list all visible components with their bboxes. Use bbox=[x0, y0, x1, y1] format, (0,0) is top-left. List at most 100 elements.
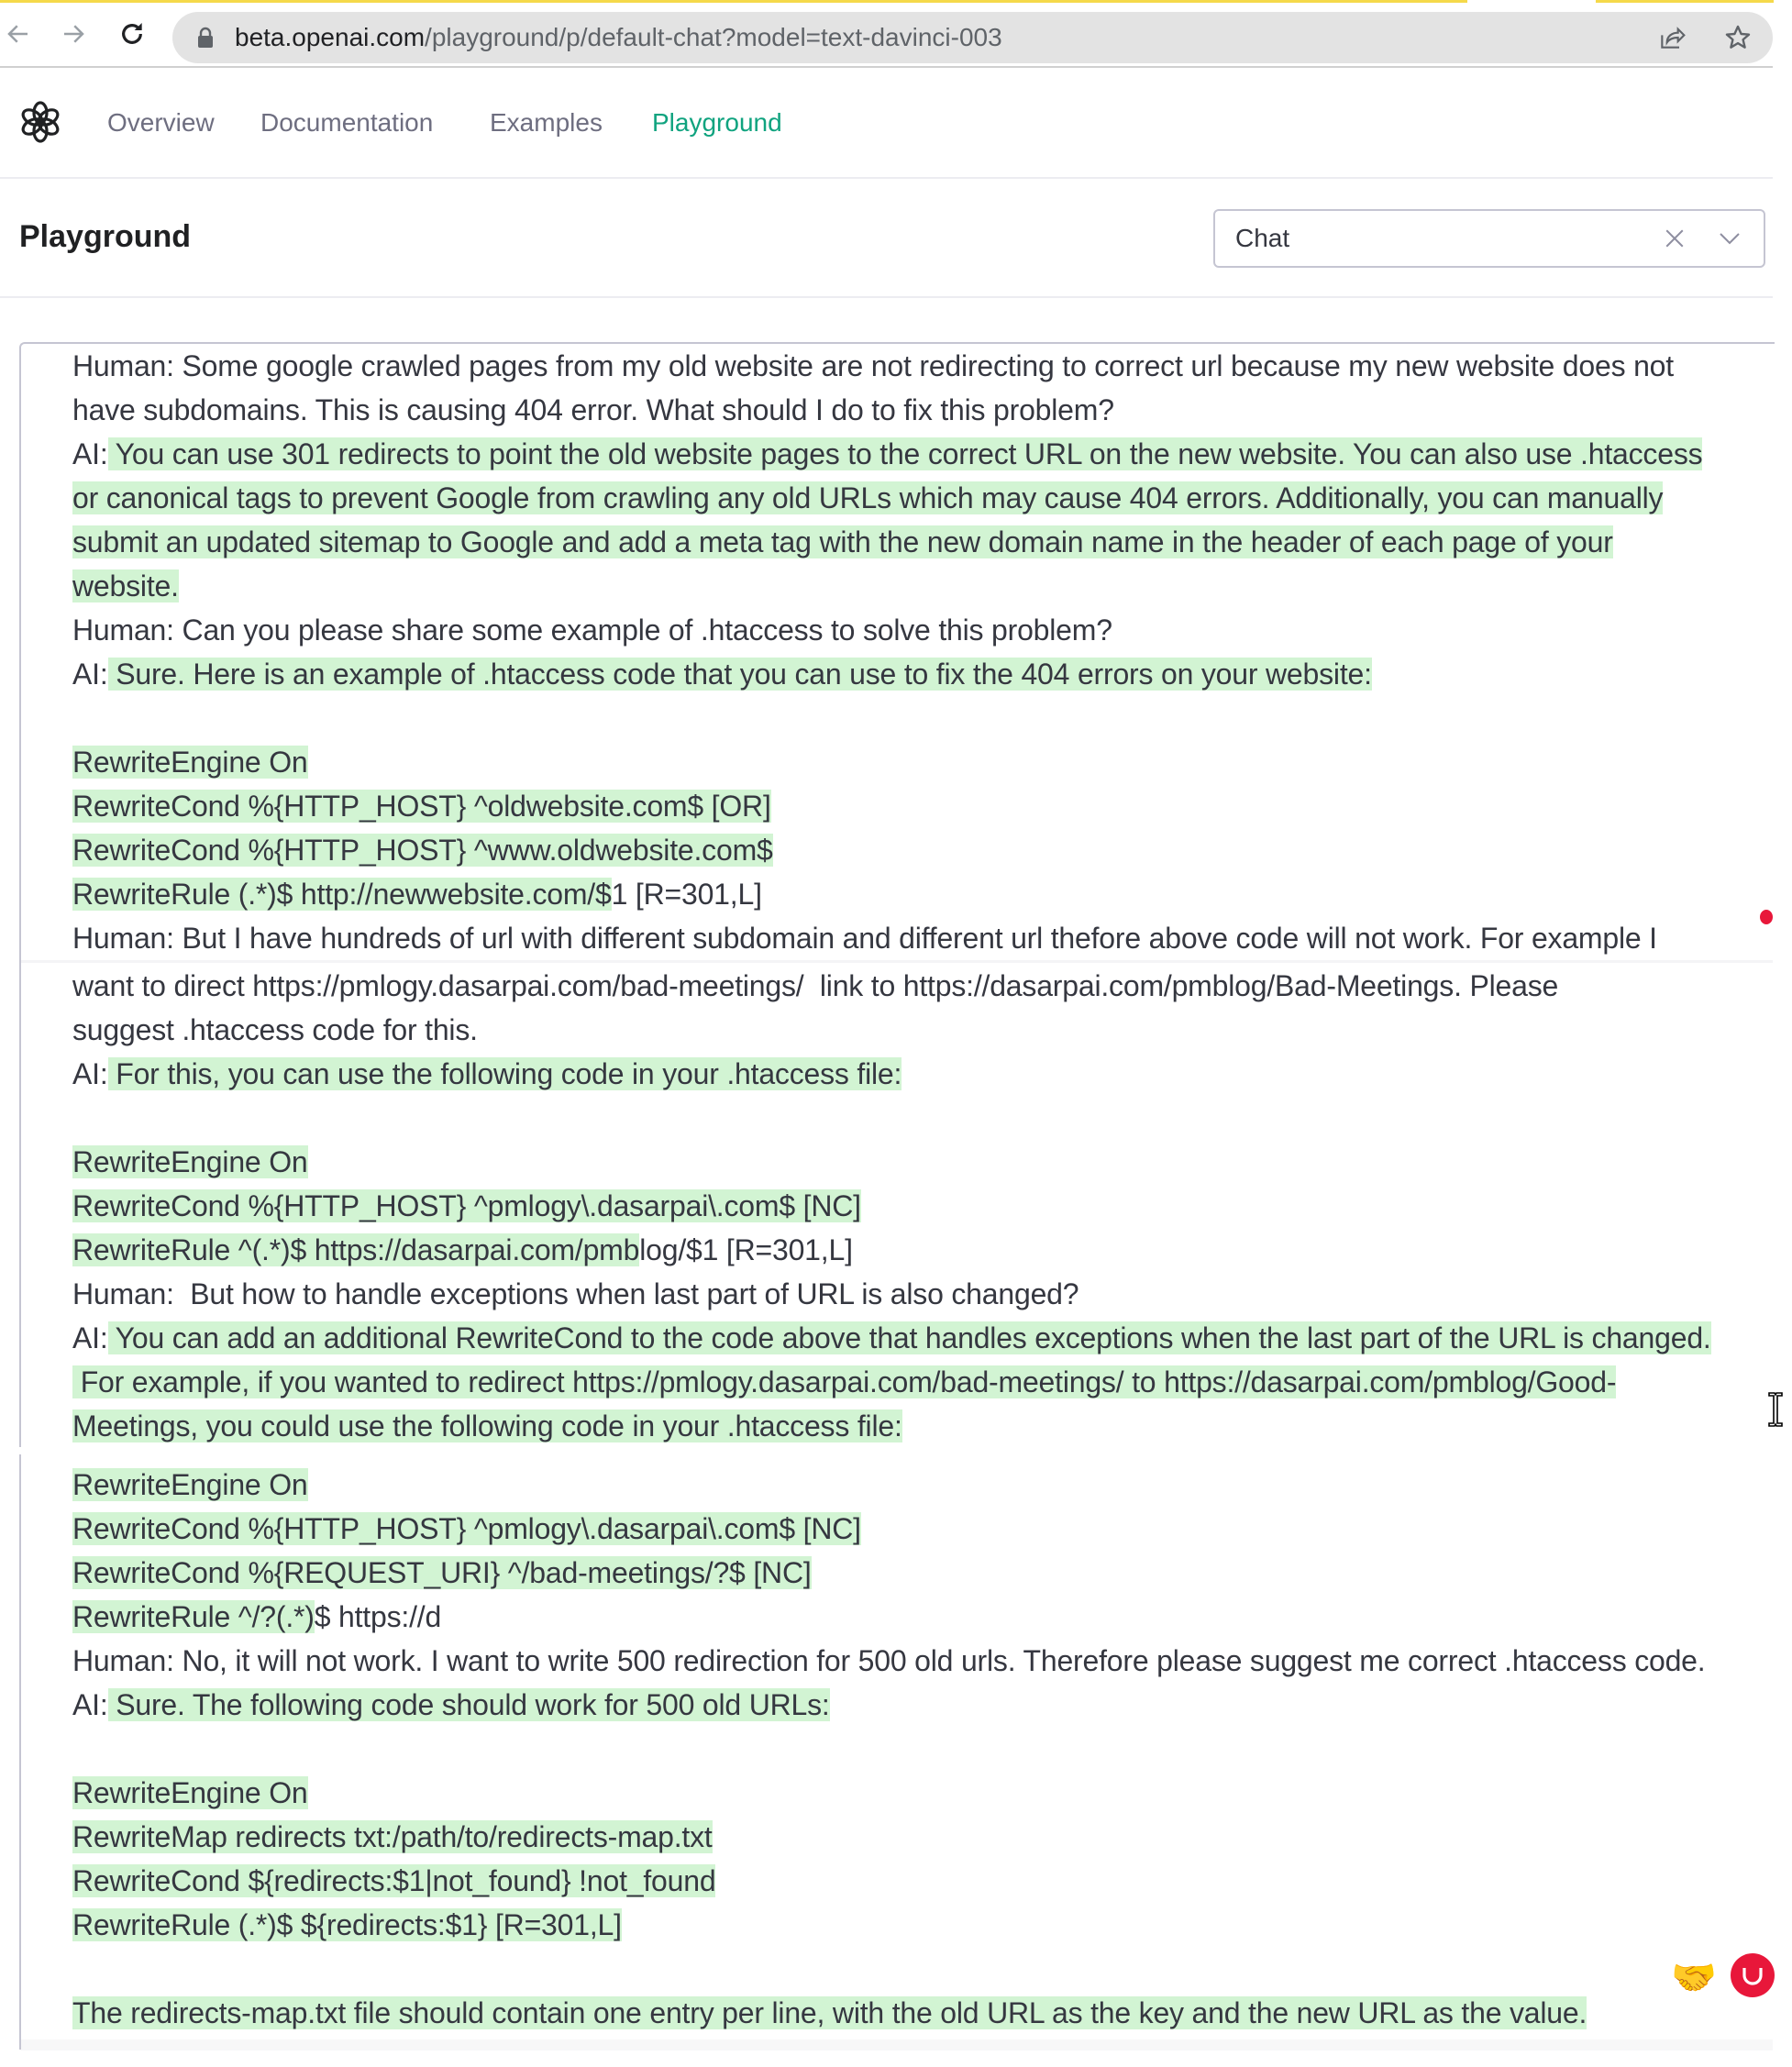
recording-dot-icon bbox=[1760, 910, 1773, 924]
forward-button[interactable] bbox=[55, 16, 92, 52]
nav-link-playground[interactable]: Playground bbox=[652, 105, 782, 141]
prompt-line: RewriteCond ${redirects:$1|not_found} !n… bbox=[72, 1859, 716, 1903]
page-title: Playground bbox=[19, 219, 192, 254]
completion-text: Sure. The following code should work for… bbox=[107, 1688, 830, 1721]
header-divider bbox=[0, 296, 1773, 298]
prompt-line: RewriteRule ^(.*)$ https://dasarpai.com/… bbox=[72, 1228, 853, 1272]
mode-select-value: Chat bbox=[1235, 224, 1290, 252]
prompt-line: AI: You can add an additional RewriteCon… bbox=[72, 1316, 1711, 1360]
prompt-line: AI: For this, you can use the following … bbox=[72, 1052, 902, 1096]
prompt-line: RewriteMap redirects txt:/path/to/redire… bbox=[72, 1815, 713, 1859]
prompt-line: Human: But I have hundreds of url with d… bbox=[72, 916, 1657, 960]
completion-text: RewriteRule (.*)$ ${redirects:$1} [R=301… bbox=[72, 1908, 622, 1941]
url-text[interactable]: beta.openai.com/playground/p/default-cha… bbox=[235, 12, 1002, 63]
site-nav: Overview Documentation Examples Playgrou… bbox=[0, 68, 1773, 176]
prompt-text-segment: Human: But how to handle exceptions when… bbox=[72, 1277, 1079, 1310]
nav-link-documentation[interactable]: Documentation bbox=[260, 105, 433, 141]
prompt-line: RewriteCond %{HTTP_HOST} ^oldwebsite.com… bbox=[72, 784, 771, 828]
prompt-text-segment: 1 [R=301,L] bbox=[611, 878, 762, 911]
prompt-text-segment: Human: Can you please share some example… bbox=[72, 613, 1112, 647]
avatar-icon[interactable] bbox=[1731, 1953, 1775, 1997]
prompt-line: Human: No, it will not work. I want to w… bbox=[72, 1639, 1706, 1683]
back-icon bbox=[7, 25, 28, 43]
prompt-line: website. bbox=[72, 564, 179, 608]
prompt-line: AI: Sure. Here is an example of .htacces… bbox=[72, 652, 1372, 696]
prompt-text-segment: AI: bbox=[72, 1057, 108, 1090]
editor-border-gap bbox=[18, 1447, 24, 1454]
prompt-text-segment: Human: No, it will not work. I want to w… bbox=[72, 1644, 1706, 1677]
prompt-text-segment: AI: bbox=[72, 1688, 108, 1721]
completion-text: RewriteRule ^(.*)$ https://dasarpai.com/… bbox=[72, 1233, 640, 1266]
prompt-text-segment: Human: But I have hundreds of url with d… bbox=[72, 922, 1657, 955]
completion-text: RewriteEngine On bbox=[72, 1776, 308, 1809]
completion-text: For this, you can use the following code… bbox=[107, 1057, 902, 1090]
back-button[interactable] bbox=[0, 16, 37, 52]
prompt-line: For example, if you wanted to redirect h… bbox=[72, 1360, 1617, 1404]
prompt-text-segment: Human: Some google crawled pages from my… bbox=[72, 349, 1674, 382]
prompt-line: or canonical tags to prevent Google from… bbox=[72, 476, 1664, 520]
prompt-line: AI: Sure. The following code should work… bbox=[72, 1683, 830, 1727]
mode-select[interactable]: Chat bbox=[1213, 209, 1765, 268]
completion-text: or canonical tags to prevent Google from… bbox=[72, 481, 1664, 514]
prompt-text-segment: suggest .htaccess code for this. bbox=[72, 1013, 478, 1046]
prompt-line: have subdomains. This is causing 404 err… bbox=[72, 388, 1114, 432]
forward-icon bbox=[64, 25, 84, 43]
nav-link-overview[interactable]: Overview bbox=[107, 105, 215, 141]
nav-link-examples[interactable]: Examples bbox=[490, 105, 603, 141]
completion-text: RewriteCond %{HTTP_HOST} ^www.oldwebsite… bbox=[72, 834, 773, 867]
completion-text: RewriteRule ^/?(.*) bbox=[72, 1600, 315, 1633]
completion-text: RewriteEngine On bbox=[72, 1468, 308, 1501]
prompt-line: The redirects-map.txt file should contai… bbox=[72, 1991, 1587, 2035]
prompt-line: submit an updated sitemap to Google and … bbox=[72, 520, 1613, 564]
prompt-text-segment: $ https://d bbox=[314, 1600, 442, 1633]
prompt-line: AI: You can use 301 redirects to point t… bbox=[72, 432, 1703, 476]
prompt-text-segment: AI: bbox=[72, 1321, 108, 1354]
completion-text: You can use 301 redirects to point the o… bbox=[107, 437, 1703, 470]
text-cursor-icon bbox=[1768, 1392, 1783, 1427]
reload-icon bbox=[122, 23, 142, 44]
browser-toolbar: beta.openai.com/playground/p/default-cha… bbox=[0, 3, 1773, 65]
prompt-line: Human: Some google crawled pages from my… bbox=[72, 344, 1674, 388]
prompt-line: RewriteEngine On bbox=[72, 740, 308, 784]
completion-text: website. bbox=[72, 569, 179, 602]
prompt-line: RewriteEngine On bbox=[72, 1463, 308, 1507]
clear-icon[interactable] bbox=[1661, 225, 1688, 252]
prompt-line: RewriteRule ^/?(.*)$ https://d bbox=[72, 1595, 441, 1639]
prompt-line: RewriteCond %{HTTP_HOST} ^www.oldwebsite… bbox=[72, 828, 773, 872]
completion-text: The redirects-map.txt file should contai… bbox=[72, 1996, 1587, 2029]
prompt-text-segment: log/$1 [R=301,L] bbox=[639, 1233, 853, 1266]
completion-text: RewriteMap redirects txt:/path/to/redire… bbox=[72, 1820, 713, 1853]
share-icon[interactable] bbox=[1657, 23, 1687, 52]
completion-text: For example, if you wanted to redirect h… bbox=[72, 1365, 1617, 1398]
reload-button[interactable] bbox=[114, 16, 150, 52]
screenshot-seam bbox=[21, 960, 1773, 963]
star-icon[interactable] bbox=[1723, 23, 1753, 52]
completion-text: RewriteEngine On bbox=[72, 1145, 308, 1178]
prompt-line: RewriteCond %{HTTP_HOST} ^pmlogy\.dasarp… bbox=[72, 1507, 861, 1551]
prompt-line: want to direct https://pmlogy.dasarpai.c… bbox=[72, 964, 1558, 1008]
prompt-line: RewriteCond %{HTTP_HOST} ^pmlogy\.dasarp… bbox=[72, 1184, 861, 1228]
completion-text: RewriteCond %{REQUEST_URI} ^/bad-meeting… bbox=[72, 1556, 812, 1589]
completion-text: submit an updated sitemap to Google and … bbox=[72, 525, 1613, 558]
prompt-line: RewriteCond %{REQUEST_URI} ^/bad-meeting… bbox=[72, 1551, 812, 1595]
prompt-line: RewriteRule (.*)$ ${redirects:$1} [R=301… bbox=[72, 1903, 622, 1947]
completion-text: RewriteCond %{HTTP_HOST} ^pmlogy\.dasarp… bbox=[72, 1189, 861, 1222]
completion-text: RewriteCond %{HTTP_HOST} ^pmlogy\.dasarp… bbox=[72, 1512, 861, 1545]
address-bar[interactable]: beta.openai.com/playground/p/default-cha… bbox=[172, 12, 1773, 63]
prompt-line: RewriteEngine On bbox=[72, 1771, 308, 1815]
openai-logo[interactable] bbox=[18, 100, 62, 144]
completion-text: RewriteCond ${redirects:$1|not_found} !n… bbox=[72, 1864, 716, 1897]
completion-text: RewriteCond %{HTTP_HOST} ^oldwebsite.com… bbox=[72, 790, 771, 823]
prompt-line: RewriteEngine On bbox=[72, 1140, 308, 1184]
prompt-text-segment: have subdomains. This is causing 404 err… bbox=[72, 393, 1114, 426]
handshake-icon[interactable]: 🤝 bbox=[1671, 1956, 1717, 2000]
prompt-line: suggest .htaccess code for this. bbox=[72, 1008, 478, 1052]
chevron-down-icon[interactable] bbox=[1716, 225, 1743, 252]
prompt-text-segment: AI: bbox=[72, 658, 108, 691]
url-path: /playground/p/default-chat?model=text-da… bbox=[425, 23, 1002, 51]
lock-icon bbox=[198, 27, 213, 48]
prompt-text-segment: want to direct https://pmlogy.dasarpai.c… bbox=[72, 969, 1559, 1002]
url-host: beta.openai.com bbox=[235, 23, 426, 51]
prompt-editor[interactable]: Human: Some google crawled pages from my… bbox=[19, 342, 1775, 2050]
prompt-line: RewriteRule (.*)$ http://newwebsite.com/… bbox=[72, 872, 762, 916]
